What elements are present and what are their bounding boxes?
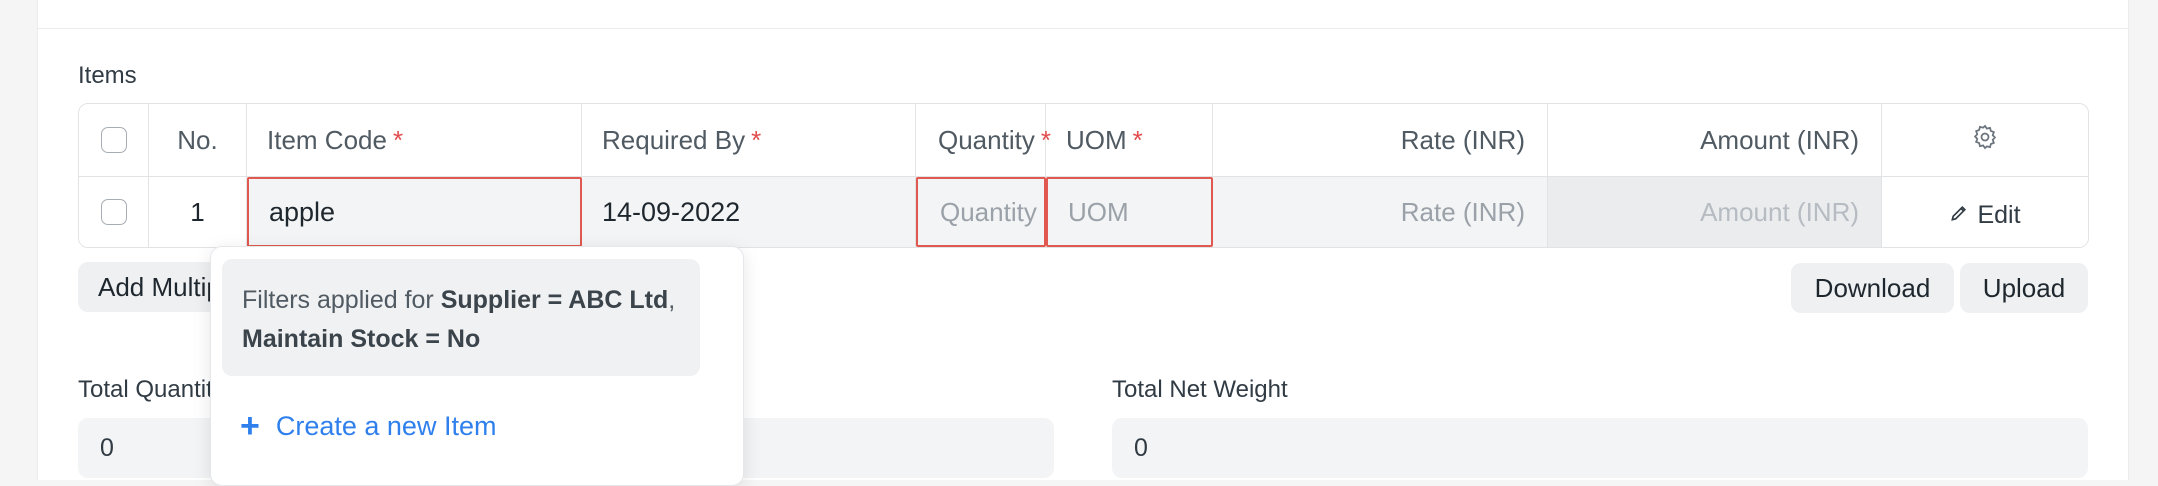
quantity-input[interactable]: Quantity (916, 177, 1046, 247)
gear-icon[interactable] (1971, 123, 1999, 158)
items-section-label: Items (78, 62, 137, 89)
pencil-icon (1949, 201, 1969, 230)
column-header-rate: Rate (INR) (1213, 104, 1548, 176)
column-header-no: No. (149, 104, 247, 176)
create-new-item-label: Create a new Item (275, 410, 497, 441)
required-by-input[interactable]: 14-09-2022 (582, 177, 916, 247)
column-header-uom: UOM * (1046, 104, 1213, 176)
create-new-item-link[interactable]: + Create a new Item (240, 409, 496, 443)
item-code-dropdown: Filters applied for Supplier = ABC Ltd, … (210, 246, 744, 486)
row-checkbox[interactable] (100, 199, 127, 225)
section-divider (38, 28, 2128, 29)
row-select-cell (79, 177, 149, 247)
required-marker: * (751, 124, 762, 155)
select-all-checkbox[interactable] (100, 127, 127, 153)
uom-input[interactable]: UOM (1046, 177, 1213, 247)
plus-icon: + (240, 407, 260, 445)
total-net-weight-label: Total Net Weight (1112, 376, 1288, 403)
column-header-amount: Amount (INR) (1548, 104, 1882, 176)
row-number: 1 (149, 177, 247, 247)
edit-row-button[interactable]: Edit (1949, 200, 2021, 230)
item-code-input[interactable]: apple (247, 177, 582, 247)
edit-label: Edit (1977, 200, 2021, 229)
required-marker: * (1132, 124, 1143, 155)
table-header-row: No. Item Code * Required By * Quantity * UO… (79, 104, 2088, 177)
edit-cell: Edit (1882, 177, 2088, 247)
select-all-cell (79, 104, 149, 176)
table-row: 1 apple 14-09-2022 Quantity UOM Rate (IN… (79, 177, 2088, 247)
filter-supplier: Supplier = ABC Ltd (440, 286, 669, 314)
rate-input[interactable]: Rate (INR) (1213, 177, 1548, 247)
required-marker: * (392, 124, 404, 155)
amount-field: Amount (INR) (1548, 177, 1882, 247)
column-header-required-by: Required By * (582, 104, 916, 176)
items-table: No. Item Code * Required By * Quantity * UO… (78, 103, 2089, 248)
filter-maintain-stock: Maintain Stock = No (242, 325, 481, 353)
total-net-weight-field[interactable]: 0 (1112, 418, 2088, 478)
filters-applied-note: Filters applied for Supplier = ABC Ltd, … (222, 259, 700, 376)
column-settings-cell (1882, 104, 2088, 176)
column-header-item-code: Item Code * (247, 104, 582, 176)
total-quantity-label: Total Quantity (78, 376, 225, 403)
column-header-quantity: Quantity * (916, 104, 1051, 176)
upload-button[interactable]: Upload (1960, 263, 2088, 313)
download-button[interactable]: Download (1791, 263, 1954, 313)
